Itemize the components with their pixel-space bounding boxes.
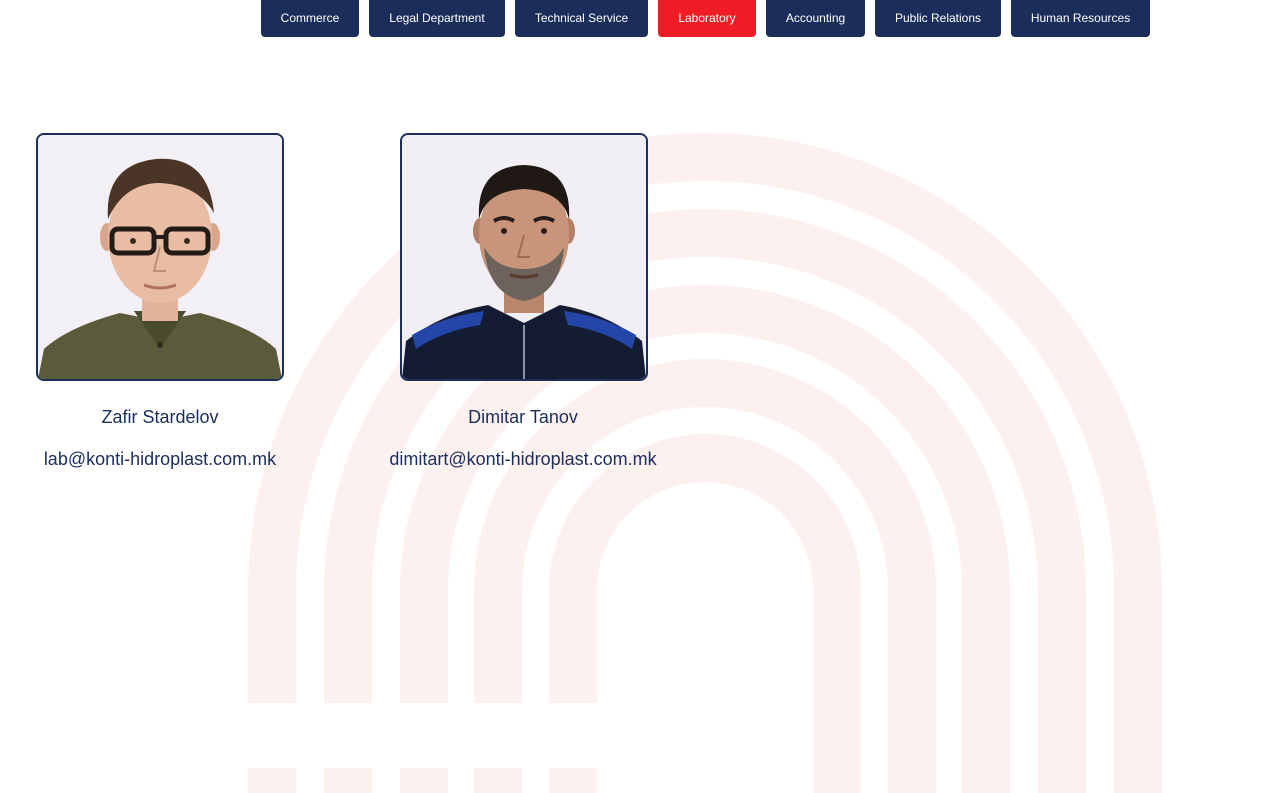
tab-human-resources[interactable]: Human Resources	[1011, 0, 1150, 37]
logo-watermark	[248, 133, 1162, 793]
person-name: Dimitar Tanov	[468, 407, 578, 427]
department-tabs: Commerce Legal Department Technical Serv…	[0, 0, 1288, 40]
person-name: Zafir Stardelov	[101, 407, 219, 427]
team-page: Commerce Legal Department Technical Serv…	[0, 0, 1288, 793]
person-photo	[36, 133, 284, 381]
tab-accounting[interactable]: Accounting	[766, 0, 865, 37]
tab-commerce[interactable]: Commerce	[261, 0, 359, 37]
person-email[interactable]: dimitart@konti-hidroplast.com.mk	[373, 449, 673, 470]
tab-legal-department[interactable]: Legal Department	[369, 0, 505, 37]
tab-laboratory[interactable]: Laboratory	[658, 0, 756, 37]
tab-public-relations[interactable]: Public Relations	[875, 0, 1001, 37]
person-photo	[400, 133, 648, 381]
person-email[interactable]: lab@konti-hidroplast.com.mk	[10, 449, 310, 470]
tab-technical-service[interactable]: Technical Service	[515, 0, 648, 37]
